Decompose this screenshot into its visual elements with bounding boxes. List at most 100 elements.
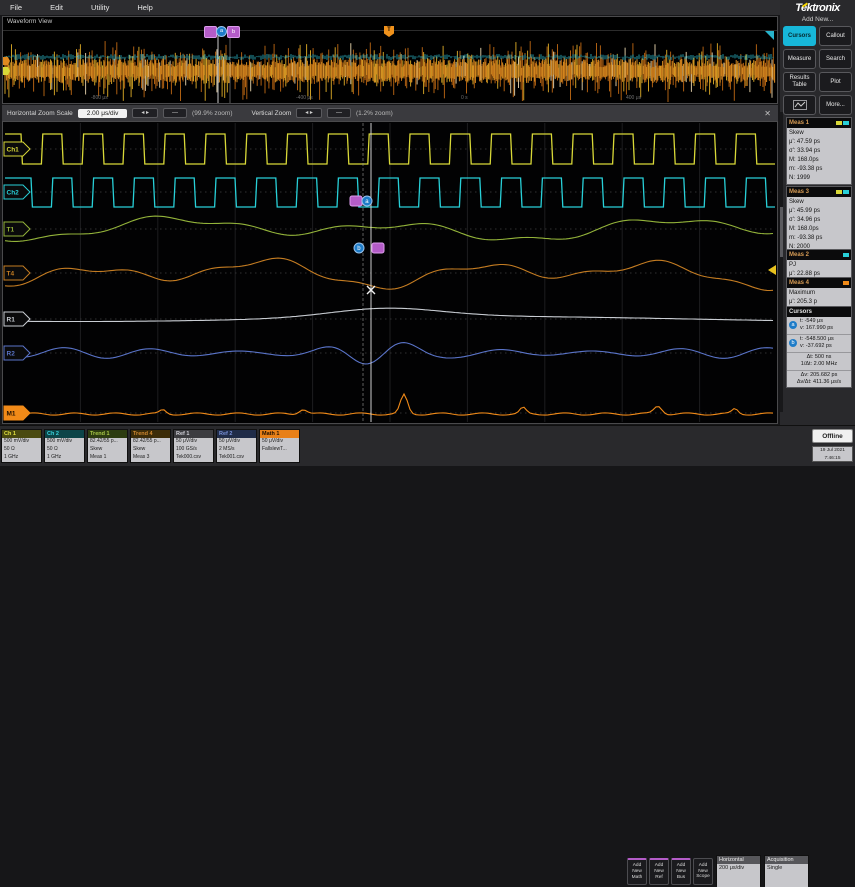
acquisition-badge[interactable]: Acquisition Single	[764, 855, 809, 887]
waveform-draw-icon	[792, 100, 807, 110]
overview-window: Waveform View -800 μs -400 μs 0 s 400 μs…	[2, 16, 778, 104]
meas-name: PJ	[789, 262, 797, 268]
meas3-source-swatches	[836, 190, 849, 194]
menu-file[interactable]: File	[10, 3, 22, 12]
tektronix-logo: Tektronix	[795, 2, 840, 14]
meas-line: M: 168.0ps	[789, 226, 819, 232]
math1-badge[interactable]: Math 1 50 μV/div FallslewT...	[259, 429, 300, 463]
v-zoom-arrows-button[interactable]: ◂ ▸	[296, 108, 322, 118]
cursors-readout-panel[interactable]: Cursors a t: -549 μs v: 167.990 ps b t: -…	[786, 306, 852, 389]
add-new-bus-button[interactable]: Add New Bus	[671, 858, 691, 885]
delta-t-readout: Δt: 500 ns 1/Δt: 2.00 MHz	[787, 353, 851, 371]
overview-time-label: -800 μs	[91, 95, 108, 101]
overview-time-label: 400 μs	[626, 95, 642, 101]
v-zoom-percent: (1.2% zoom)	[355, 109, 393, 117]
search-button[interactable]: Search	[819, 49, 852, 69]
h-zoom-percent: (99.9% zoom)	[192, 109, 233, 117]
meas-name: Skew	[789, 199, 804, 205]
cursor-b-tag[interactable]: b	[227, 26, 240, 38]
cursor-a-icon: a	[789, 321, 797, 330]
add-new-math-button[interactable]: Add New Math	[627, 858, 647, 885]
delta-v-readout: Δv: 205.682 ps Δv/Δt: 411.36 μs/s	[796, 371, 842, 385]
trigger-level-arrow[interactable]	[768, 265, 776, 275]
ref2-badge[interactable]: Ref 2 50 μV/div 2 MS/s Tek001.csv	[216, 429, 257, 463]
results-table-button[interactable]: Results Table	[783, 72, 816, 92]
callout-button[interactable]: Callout	[819, 26, 852, 46]
overview-noise-canvas	[4, 29, 776, 103]
settings-bar: Ch 1 500 mV/div 50 Ω1 GHz Ch 2 500 mV/div…	[0, 425, 855, 887]
meas1-title: Meas 1	[789, 120, 810, 126]
add-new-label: Add New...	[801, 16, 834, 23]
svg-text:R1: R1	[7, 317, 16, 324]
svg-text:T4: T4	[7, 271, 15, 278]
cursor-b-tag[interactable]	[371, 242, 385, 254]
menu-utility[interactable]: Utility	[91, 3, 109, 12]
meas-line: σ': 34.96 ps	[789, 217, 821, 223]
main-waveform-view: Ch1 Ch2 T1 T4 R1 R2 M1 a b	[2, 121, 778, 424]
meas-line: M: 168.0ps	[789, 157, 819, 163]
horizontal-badge[interactable]: Horizontal 200 μs/div	[716, 855, 761, 887]
meas-name: Skew	[789, 130, 804, 136]
time-text: 7:46:15	[824, 455, 841, 461]
ch1-badge[interactable]: Ch 1 500 mV/div 50 Ω1 GHz	[1, 429, 42, 463]
more-button[interactable]: More...	[819, 95, 852, 115]
overview-expand-icon[interactable]	[765, 31, 774, 40]
menu-edit[interactable]: Edit	[50, 3, 63, 12]
meas3-badge[interactable]: Meas 3 Skew μ': 45.99 ps σ': 34.96 ps M:…	[786, 186, 852, 254]
trace-m1	[4, 392, 774, 416]
meas4-source-swatches	[843, 281, 849, 285]
add-new-button-grid: Cursors Callout Measure Search Results T…	[780, 26, 855, 115]
v-zoom-minus-button[interactable]: —	[326, 108, 351, 118]
meas-line: σ': 33.94 ps	[789, 148, 821, 154]
cursor-b-icon: b	[789, 339, 797, 348]
ref1-badge[interactable]: Ref 1 50 μV/div 100 GS/s Tek000.csv	[173, 429, 214, 463]
svg-text:M1: M1	[7, 411, 16, 418]
cursor-b-readout: b t: -548.500 μs v: -37.692 ps	[787, 335, 851, 353]
ch2-badge[interactable]: Ch 2 500 mV/div 50 Ω1 GHz	[44, 429, 85, 463]
h-zoom-arrows-button[interactable]: ◂ ▸	[132, 108, 159, 118]
trace-t4	[4, 257, 774, 292]
cursors-button[interactable]: Cursors	[783, 26, 816, 46]
meas4-badge[interactable]: Meas 4 Maximum μ': 205.3 p	[786, 277, 852, 309]
h-zoom-scale-label: Horizontal Zoom Scale	[7, 109, 73, 117]
cursors-panel-title: Cursors	[789, 309, 813, 315]
svg-text:Ch2: Ch2	[7, 190, 20, 197]
h-zoom-minus-button[interactable]: —	[163, 108, 188, 118]
meas-line: m: -93.38 ps	[789, 235, 823, 241]
results-sidebar: Tektronix Add New... Cursors Callout Mea…	[780, 0, 855, 425]
menu-bar: File Edit Utility Help	[0, 0, 790, 15]
meas-line: μ': 45.99 ps	[789, 208, 820, 214]
meas-name: Maximum	[789, 290, 816, 296]
sidebar-scrollbar[interactable]	[780, 112, 783, 412]
draw-a-box-button[interactable]	[783, 95, 816, 115]
trend1-badge[interactable]: Trend 1 82.42/55 p... Skew Meas 1	[87, 429, 128, 463]
meas2-source-swatches	[843, 253, 849, 257]
waveform-canvas: Ch1Ch2T1T4R1R2M1ab	[3, 123, 775, 422]
measure-button[interactable]: Measure	[783, 49, 816, 69]
h-zoom-scale-value[interactable]: 2.00 μs/div	[77, 108, 128, 118]
date-text: 19 Jul 2021	[820, 448, 845, 453]
cursor-a-handle[interactable]: a	[216, 26, 227, 37]
cursor-a-tag[interactable]	[349, 195, 363, 207]
trend4-badge[interactable]: Trend 4 82.42/55 p... Skew Meas 3	[130, 429, 171, 463]
offline-button[interactable]: Offline	[812, 429, 853, 443]
meas1-source-swatches	[836, 121, 849, 125]
add-new-scope-button[interactable]: Add New Scope	[693, 858, 713, 885]
plot-button[interactable]: Plot	[819, 72, 852, 92]
svg-text:T1: T1	[7, 227, 15, 234]
trace-r1	[4, 307, 774, 323]
add-new-ref-button[interactable]: Add New Ref	[649, 858, 669, 885]
datetime-display: 19 Jul 2021 7:46:15	[812, 446, 853, 462]
meas-line: N: 1999	[789, 175, 811, 181]
zoom-control-bar: Horizontal Zoom Scale 2.00 μs/div ◂ ▸ — …	[2, 105, 778, 121]
v-zoom-label: Vertical Zoom	[251, 109, 292, 117]
meas-line: μ': 47.59 ps	[789, 139, 820, 145]
overview-time-label: 0 s	[461, 95, 468, 101]
meas4-title: Meas 4	[789, 280, 810, 286]
meas1-badge[interactable]: Meas 1 Skew μ': 47.59 ps σ': 33.94 ps M:…	[786, 117, 852, 185]
meas2-title: Meas 2	[789, 252, 810, 258]
svg-text:Ch1: Ch1	[7, 147, 20, 154]
meas-line: m: -93.38 ps	[789, 166, 823, 172]
menu-help[interactable]: Help	[137, 3, 152, 12]
zoom-close-icon[interactable]: ✕	[764, 109, 773, 118]
